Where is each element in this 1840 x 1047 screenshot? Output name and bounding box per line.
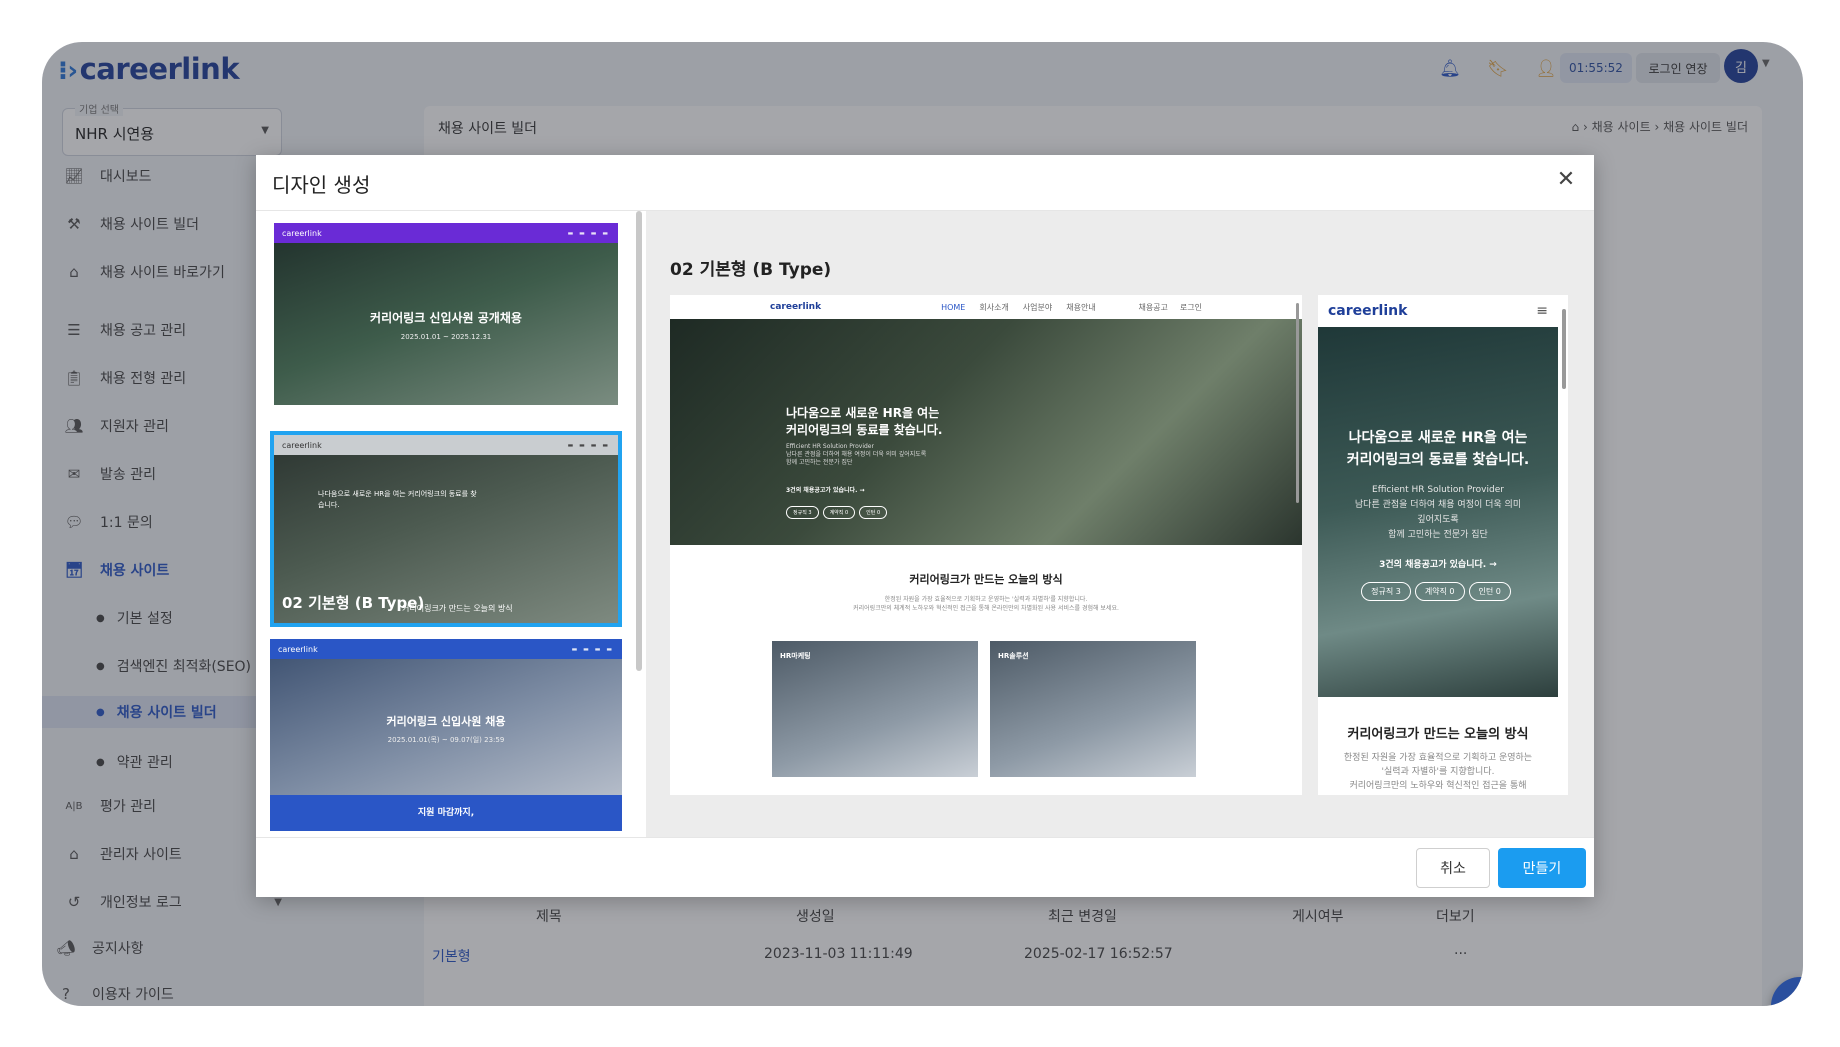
pill: 정규직 3 [1361, 582, 1411, 601]
template-thumbnail-list: careerlink ▬ ▬ ▬ ▬ 커리어링크 신입사원 공개채용 2025.0… [256, 211, 646, 831]
mobile-section-sub: 한정된 자원을 가장 효율적으로 기획하고 운영하는 '실력과 자별하'를 지향… [1343, 753, 1533, 791]
preview-title: 02 기본형 (B Type) [670, 260, 832, 280]
desktop-nav-link: HOME [941, 302, 966, 312]
pill: 계약직 0 [822, 506, 856, 519]
desktop-card: HR솔루션 [990, 641, 1196, 777]
thumb-nav-links-icon: ▬ ▬ ▬ ▬ [567, 441, 610, 449]
desktop-hero-pills: 정규직 3 계약직 0 인턴 0 [786, 499, 891, 519]
template-thumbnail-2[interactable]: careerlink ▬ ▬ ▬ ▬ 나다움으로 새로운 HR을 여는 커리어링크… [270, 431, 622, 627]
thumb-nav: careerlink ▬ ▬ ▬ ▬ [270, 639, 622, 659]
mobile-section-title: 커리어링크가 만드는 오늘의 방식 [1347, 727, 1529, 742]
mobile-hero-title: 나다움으로 새로운 HR을 여는 커리어링크의 동료를 찾습니다. [1346, 430, 1530, 468]
design-create-modal: 디자인 생성 ✕ careerlink ▬ ▬ ▬ ▬ 커리어링크 신입사원 공개… [256, 155, 1594, 897]
cancel-button[interactable]: 취소 [1416, 848, 1490, 888]
modal-title: 디자인 생성 [272, 173, 371, 197]
thumb-footer-text: 지원 마감까지, [417, 808, 475, 818]
desktop-nav-link: 채용안내 [1066, 302, 1096, 312]
thumb-headline: 커리어링크 신입사원 채용 [386, 715, 506, 728]
thumb-nav: careerlink ▬ ▬ ▬ ▬ [274, 435, 618, 455]
mobile-hero-pills: 정규직 3 계약직 0 인턴 0 [1318, 579, 1558, 601]
thumb-sub: 2025.01.01(목) ~ 09.07(일) 23:59 [387, 736, 505, 744]
create-button[interactable]: 만들기 [1498, 848, 1586, 888]
desktop-section-sub: 한정된 자원을 가장 효율적으로 기획하고 운영하는 '실력과 자별하'를 지향… [853, 596, 1119, 612]
thumbnail-scrollbar[interactable] [636, 211, 642, 671]
mobile-preview-nav: careerlink ≡ [1318, 295, 1568, 327]
desktop-preview-scrollbar[interactable] [1296, 303, 1299, 503]
close-icon[interactable]: ✕ [1552, 165, 1580, 193]
pill: 계약직 0 [1414, 582, 1465, 601]
thumb-nav: careerlink ▬ ▬ ▬ ▬ [274, 223, 618, 243]
thumb-sub: 2025.01.01 ~ 2025.12.31 [400, 333, 492, 341]
desktop-nav-link: 회사소개 [979, 302, 1009, 312]
desktop-nav-link: 사업분야 [1022, 302, 1053, 312]
desktop-preview-logo: careerlink [770, 302, 822, 312]
thumb-logo: careerlink [282, 228, 322, 238]
mobile-preview-logo: careerlink [1328, 303, 1408, 319]
thumb-footer-band: 지원 마감까지, [270, 795, 622, 831]
hamburger-menu-icon: ≡ [1536, 303, 1548, 319]
desktop-hero-cta: 3건의 채용공고가 있습니다. → [786, 487, 865, 494]
desktop-hero-title: 나다움으로 새로운 HR을 여는 커리어링크의 동료를 찾습니다. [786, 406, 943, 437]
mobile-hero-cta: 3건의 채용공고가 있습니다. → [1379, 560, 1497, 570]
desktop-card-title: HR솔루션 [998, 652, 1029, 660]
thumb-label-sub: 커리어링크가 만드는 오늘의 방식 [402, 604, 513, 613]
template-thumbnail-1[interactable]: careerlink ▬ ▬ ▬ ▬ 커리어링크 신입사원 공개채용 2025.0… [274, 223, 618, 405]
thumb-logo: careerlink [282, 440, 322, 450]
desktop-preview[interactable]: careerlink HOME 회사소개 사업분야 채용안내 채용공고 로그인 … [670, 295, 1302, 795]
desktop-hero-sub: Efficient HR Solution Provider 남다른 관점을 더… [786, 443, 927, 466]
desktop-preview-nav: careerlink HOME 회사소개 사업분야 채용안내 채용공고 로그인 [670, 295, 1302, 319]
mobile-preview-scrollbar[interactable] [1562, 309, 1566, 389]
mobile-preview[interactable]: careerlink ≡ 나다움으로 새로운 HR을 여는 커리어링크의 동료를… [1318, 295, 1568, 795]
thumb-logo: careerlink [278, 644, 318, 654]
thumb-headline: 나다움으로 새로운 HR을 여는 커리어링크의 동료를 찾습니다. [318, 490, 477, 509]
template-thumbnail-3[interactable]: careerlink ▬ ▬ ▬ ▬ 커리어링크 신입사원 채용 2025.01.… [270, 639, 622, 831]
desktop-nav-link: 채용공고 [1138, 302, 1168, 312]
mobile-preview-hero: 나다움으로 새로운 HR을 여는 커리어링크의 동료를 찾습니다. Effici… [1318, 327, 1558, 697]
desktop-card-title: HR마케팅 [780, 652, 811, 660]
pill: 인턴 0 [859, 506, 888, 519]
pill: 정규직 3 [786, 506, 819, 519]
modal-footer: 취소 만들기 [256, 837, 1594, 897]
desktop-section-title: 커리어링크가 만드는 오늘의 방식 [909, 573, 1063, 586]
thumb-headline: 커리어링크 신입사원 공개채용 [370, 311, 522, 325]
desktop-card: HR마케팅 [772, 641, 978, 777]
preview-area: 02 기본형 (B Type) careerlink HOME 회사소개 사업분… [646, 211, 1594, 837]
thumb-nav-links-icon: ▬ ▬ ▬ ▬ [567, 229, 610, 237]
desktop-nav-link: 로그인 [1179, 302, 1202, 312]
desktop-preview-hero: 나다움으로 새로운 HR을 여는 커리어링크의 동료를 찾습니다. Effici… [670, 319, 1302, 545]
pill: 인턴 0 [1468, 582, 1511, 601]
mobile-hero-sub: Efficient HR Solution Provider 남다른 관점을 더… [1354, 485, 1522, 540]
thumb-nav-links-icon: ▬ ▬ ▬ ▬ [571, 645, 614, 653]
